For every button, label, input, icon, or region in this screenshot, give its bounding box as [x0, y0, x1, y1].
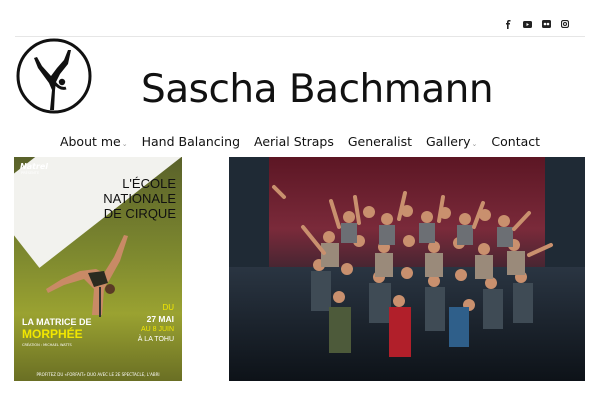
nav-gallery[interactable]: Gallery ⌄: [419, 134, 484, 149]
chevron-down-icon: ⌄: [121, 140, 128, 148]
instagram-icon[interactable]: [560, 19, 570, 29]
poster-credit: CRÉATION : MICHAEL WATTS: [22, 343, 72, 347]
nav-generalist-label[interactable]: Generalist: [348, 134, 412, 149]
header-divider: [15, 36, 585, 37]
poster-title-line1: L'ÉCOLE: [122, 176, 176, 191]
poster-date-line3: AU 8 JUIN: [140, 326, 174, 333]
main-nav: About me ⌄ Hand Balancing Aerial Straps …: [0, 134, 600, 149]
nav-hand-balancing[interactable]: Hand Balancing: [135, 134, 247, 149]
youtube-icon[interactable]: [522, 19, 532, 29]
poster-show-line1: LA MATRICE DE: [22, 317, 92, 327]
nav-aerial-straps[interactable]: Aerial Straps: [247, 134, 341, 149]
site-logo[interactable]: [16, 38, 92, 114]
chevron-down-icon: ⌄: [471, 140, 478, 148]
poster-brand-sub: PRÉSENTE: [21, 171, 40, 175]
poster-footer: PROFITEZ DU «FORFAIT» DUO AVEC LE 2E SPE…: [36, 372, 160, 377]
poster-show-line2: MORPHÉE: [22, 327, 83, 341]
site-title[interactable]: Sascha Bachmann: [141, 70, 494, 109]
nav-contact-label[interactable]: Contact: [491, 134, 540, 149]
facebook-icon[interactable]: [503, 19, 513, 29]
nav-gallery-label[interactable]: Gallery: [426, 134, 471, 149]
poster-date-line4: À LA TOHU: [137, 336, 174, 343]
poster-title-line2: NATIONALE: [103, 191, 176, 206]
stage-group-photo[interactable]: [229, 157, 585, 381]
nav-about-me-label[interactable]: About me: [60, 134, 121, 149]
poster-date-line2: 27 MAI: [146, 314, 174, 324]
social-links: [503, 19, 570, 29]
flickr-icon[interactable]: [541, 19, 551, 29]
nav-hand-balancing-label[interactable]: Hand Balancing: [142, 134, 240, 149]
poster-date-line1: DU: [162, 303, 174, 312]
nav-aerial-straps-label[interactable]: Aerial Straps: [254, 134, 334, 149]
nav-contact[interactable]: Contact: [484, 134, 547, 149]
poster-title-line3: DE CIRQUE: [103, 206, 176, 221]
nav-generalist[interactable]: Generalist: [341, 134, 419, 149]
poster-acrobat-figure: [46, 235, 128, 317]
show-poster-image[interactable]: Natrel PRÉSENTE L'ÉCOLE NATIONALE DE CIR…: [14, 157, 182, 381]
nav-about-me[interactable]: About me ⌄: [53, 134, 135, 149]
poster-brand: Natrel: [20, 162, 49, 171]
